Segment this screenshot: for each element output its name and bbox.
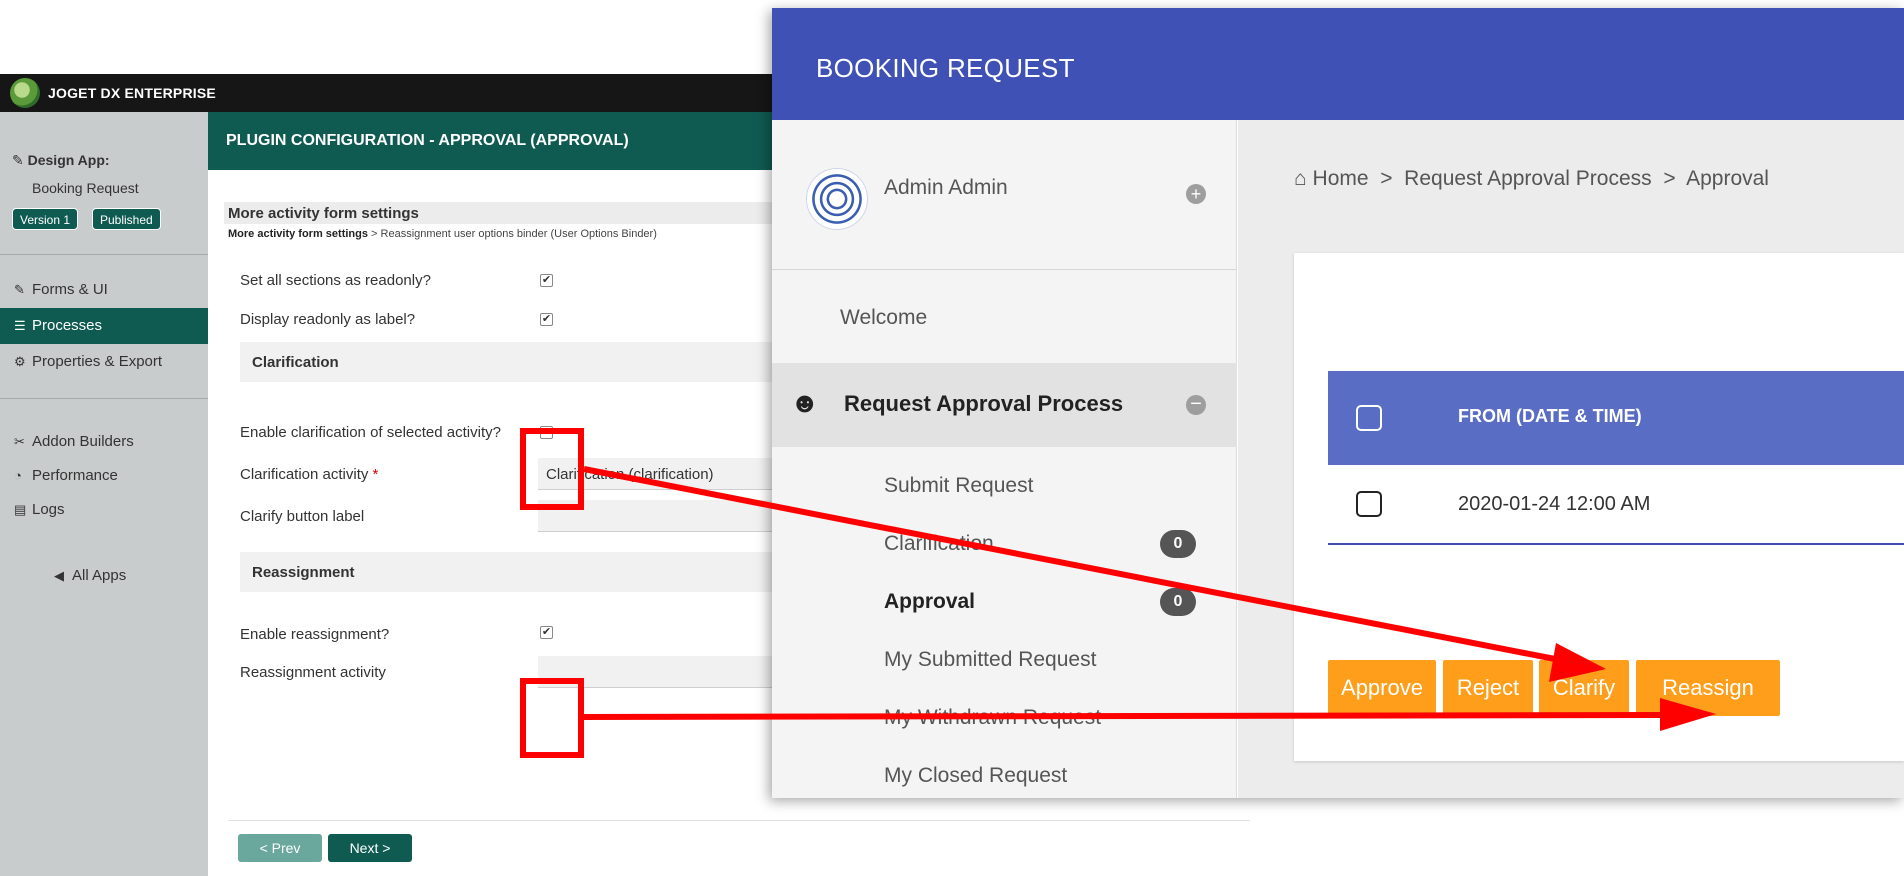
collapse-minus-icon[interactable]: − <box>1186 394 1206 415</box>
joget-logo-icon <box>10 78 40 108</box>
config-breadcrumb: More activity form settings > Reassignme… <box>228 228 657 240</box>
enable-reassignment-checkbox[interactable]: ✔ <box>540 626 553 639</box>
reject-button[interactable]: Reject <box>1443 660 1533 716</box>
nav-label: Addon Builders <box>32 433 134 450</box>
highlight-box-clarification <box>520 428 584 510</box>
row-checkbox[interactable] <box>1356 491 1382 517</box>
sidebar-item-closed-request[interactable]: My Closed Request <box>884 764 1067 788</box>
nav-item-properties[interactable]: ⚙ Properties & Export <box>0 344 208 380</box>
nav-item-logs[interactable]: ▤ Logs <box>0 492 208 528</box>
row-from-datetime: 2020-01-24 12:00 AM <box>1458 493 1651 515</box>
nav-label: Properties & Export <box>32 353 163 370</box>
sidebar-item-submit-request[interactable]: Submit Request <box>884 474 1033 498</box>
readonly-checkbox[interactable]: ✔ <box>540 274 553 287</box>
highlight-box-reassignment <box>520 678 584 758</box>
column-header-from[interactable]: FROM (DATE & TIME) <box>1458 406 1642 427</box>
breadcrumb-current: Approval <box>1686 167 1769 190</box>
joget-brand: JOGET DX ENTERPRISE <box>48 85 216 101</box>
screenshot-stage: JOGET DX ENTERPRISE ✎ Design App: Bookin… <box>0 0 1904 876</box>
breadcrumb-separator: > <box>1663 167 1676 190</box>
booking-window: BOOKING REQUEST Admin Admin + Welcome ☻ … <box>772 8 1904 798</box>
approval-count-badge: 0 <box>1160 588 1196 616</box>
approve-button[interactable]: Approve <box>1328 660 1436 716</box>
nav-label: Logs <box>32 501 65 518</box>
edit-icon: ✎ <box>14 282 25 297</box>
nav-item-processes[interactable]: ☰ Processes <box>0 308 208 344</box>
process-label: Request Approval Process <box>844 391 1124 416</box>
breadcrumb: ⌂ Home > Request Approval Process > Appr… <box>1294 167 1769 191</box>
user-name: Admin Admin <box>884 176 1008 199</box>
clarification-activity-label: Clarification activity * <box>240 466 378 483</box>
sidebar-item-clarification[interactable]: Clarification <box>884 532 994 556</box>
nav-label: Processes <box>32 317 103 334</box>
nav-label: All Apps <box>72 567 127 584</box>
sidebar-item-approval[interactable]: Approval <box>884 590 975 614</box>
inbox-card: FROM (DATE & TIME) 2020-01-24 12:00 AM A… <box>1294 253 1904 761</box>
nav-label: Performance <box>32 467 118 484</box>
prev-button[interactable]: < Prev <box>238 834 322 862</box>
edit-icon: ✎ <box>12 152 28 168</box>
breadcrumb-separator: > <box>1380 167 1393 190</box>
nav-divider <box>0 254 208 255</box>
booking-header: BOOKING REQUEST <box>772 8 1904 120</box>
sidebar-item-process[interactable]: ☻ Request Approval Process − <box>772 363 1237 447</box>
readonly-label: Set all sections as readonly? <box>240 272 431 289</box>
design-app-label: Design App: <box>27 152 110 168</box>
dashboard-icon: ◔ <box>14 468 22 483</box>
nav-divider <box>0 398 208 399</box>
avatar <box>806 168 868 230</box>
design-app-heading: ✎ Design App: <box>12 152 110 169</box>
nav-item-addon-builders[interactable]: ✂ Addon Builders <box>0 424 208 460</box>
nav-item-all-apps[interactable]: ◀ All Apps <box>0 558 208 594</box>
joget-left-nav: ✎ Design App: Booking Request Version 1 … <box>0 112 208 876</box>
booking-main: ⌂ Home > Request Approval Process > Appr… <box>1238 120 1904 798</box>
breadcrumb-current[interactable]: More activity form settings <box>228 228 368 240</box>
clarification-activity-text: Clarification activity <box>240 466 369 483</box>
breadcrumb-home[interactable]: Home <box>1313 167 1369 190</box>
enable-clarification-label: Enable clarification of selected activit… <box>240 424 501 441</box>
published-tag[interactable]: Published <box>92 208 161 230</box>
home-icon: ⌂ <box>1294 167 1307 190</box>
sidebar-item-submitted-request[interactable]: My Submitted Request <box>884 648 1096 672</box>
sidebar-item-welcome[interactable]: Welcome <box>840 306 927 330</box>
breadcrumb-rest[interactable]: > Reassignment user options binder (User… <box>368 228 657 240</box>
tools-icon: ✂ <box>14 434 25 449</box>
display-readonly-checkbox[interactable]: ✔ <box>540 313 553 326</box>
breadcrumb-process[interactable]: Request Approval Process <box>1404 167 1651 190</box>
back-arrow-icon: ◀ <box>54 568 64 583</box>
version-tag[interactable]: Version 1 <box>12 208 79 230</box>
scroll-icon: ▤ <box>14 502 27 517</box>
user-profile[interactable]: Admin Admin + <box>772 120 1237 270</box>
list-icon: ☰ <box>14 318 26 333</box>
nav-item-forms[interactable]: ✎ Forms & UI <box>0 272 208 308</box>
next-button[interactable]: Next > <box>328 834 412 862</box>
table-header: FROM (DATE & TIME) <box>1328 371 1904 465</box>
clarification-count-badge: 0 <box>1160 530 1196 558</box>
clarify-button-label: Clarify button label <box>240 508 365 525</box>
users-icon: ☻ <box>790 387 820 418</box>
app-name: Booking Request <box>32 180 139 196</box>
select-all-checkbox[interactable] <box>1356 405 1382 431</box>
reassignment-activity-label: Reassignment activity <box>240 664 386 681</box>
enable-reassignment-label: Enable reassignment? <box>240 626 390 643</box>
required-mark: * <box>372 466 379 483</box>
reassign-button[interactable]: Reassign <box>1636 660 1780 716</box>
display-readonly-label: Display readonly as label? <box>240 311 416 328</box>
nav-label: Forms & UI <box>32 281 108 298</box>
nav-item-performance[interactable]: ◔ Performance <box>0 458 208 494</box>
footer-divider <box>228 820 1250 821</box>
gear-icon: ⚙ <box>14 354 26 369</box>
table-row[interactable]: 2020-01-24 12:00 AM <box>1328 465 1904 545</box>
expand-plus-icon[interactable]: + <box>1186 184 1206 204</box>
booking-sidebar: Admin Admin + Welcome ☻ Request Approval… <box>772 120 1237 798</box>
clarify-button[interactable]: Clarify <box>1539 660 1629 716</box>
sidebar-item-withdrawn-request[interactable]: My Withdrawn Request <box>884 706 1101 730</box>
